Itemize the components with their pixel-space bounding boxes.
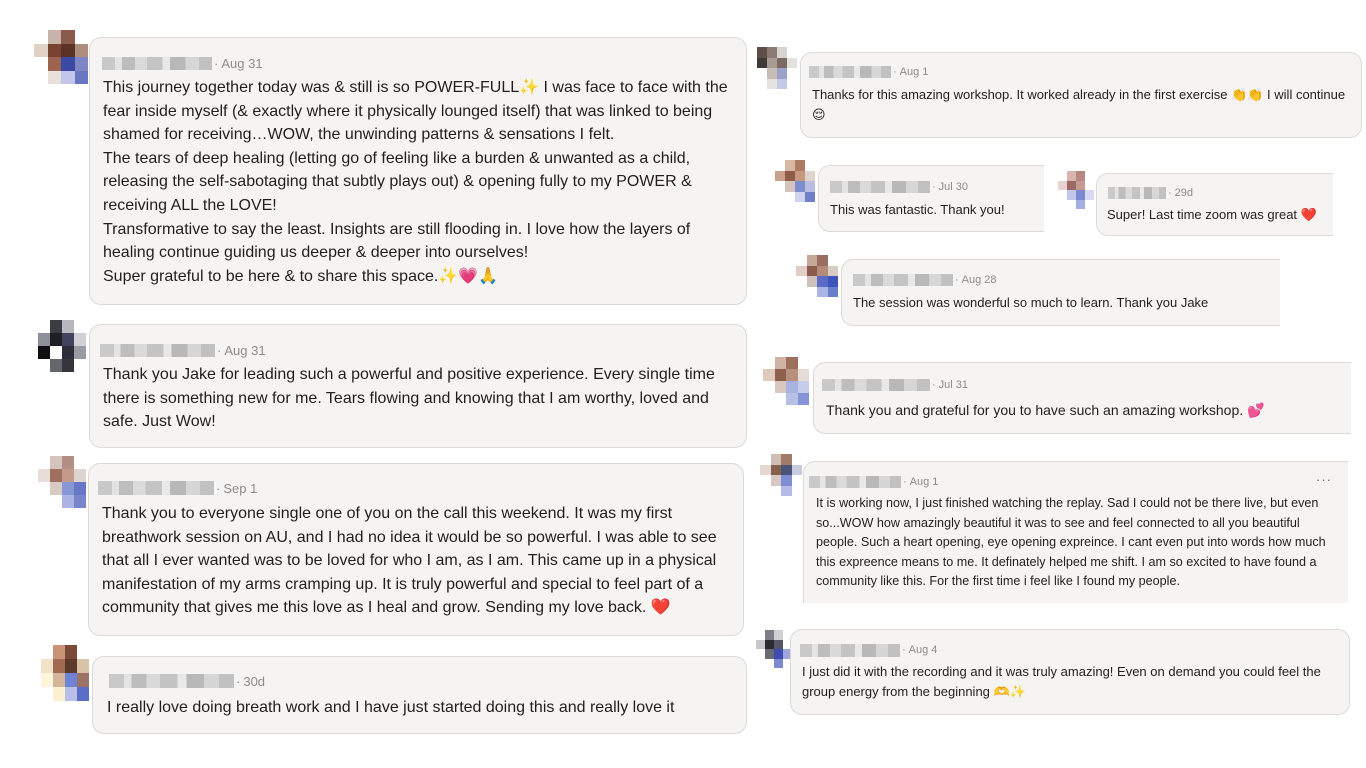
comment-date[interactable]: Aug 1 xyxy=(900,66,929,78)
comment-bubble: · 30d I really love doing breath work an… xyxy=(92,656,747,734)
comment-meta: · Aug 28 xyxy=(853,273,997,287)
comment-date[interactable]: Jul 30 xyxy=(939,181,968,193)
comment-meta: · Sep 1 xyxy=(98,479,257,497)
comment-date[interactable]: Sep 1 xyxy=(223,481,257,496)
author-name-redacted[interactable] xyxy=(809,66,891,78)
author-name-redacted[interactable] xyxy=(800,643,900,657)
avatar[interactable] xyxy=(38,320,86,372)
author-name-redacted[interactable] xyxy=(102,56,212,70)
avatar[interactable] xyxy=(775,160,815,202)
comment-meta: · 30d xyxy=(109,672,265,690)
comment-date[interactable]: Aug 28 xyxy=(962,274,997,286)
comment-date[interactable]: Aug 31 xyxy=(221,56,262,71)
comment-date[interactable]: Jul 31 xyxy=(939,379,968,391)
meta-separator: · xyxy=(893,66,897,78)
meta-separator: · xyxy=(1168,187,1172,199)
comment-bubble: · Aug 4 I just did it with the recording… xyxy=(790,629,1350,715)
comment-bubble: · Aug 28 The session was wonderful so mu… xyxy=(841,259,1280,326)
comment-text: Thank you Jake for leading such a powerf… xyxy=(103,366,715,431)
author-name-redacted[interactable] xyxy=(809,476,901,488)
comment-meta: · Jul 31 xyxy=(822,378,968,392)
comment-text: It is working now, I just finished watch… xyxy=(816,496,1326,588)
comment-meta: · Aug 1 xyxy=(809,65,928,79)
meta-separator: · xyxy=(214,55,219,71)
avatar[interactable] xyxy=(760,454,802,496)
comment-bubble: · 29d Super! Last time zoom was great ❤️ xyxy=(1096,173,1333,236)
comment-bubble: · Jul 31 Thank you and grateful for you … xyxy=(813,362,1351,434)
meta-separator: · xyxy=(932,181,936,193)
comment-bubble: · Sep 1 Thank you to everyone single one… xyxy=(88,463,744,636)
author-name-redacted[interactable] xyxy=(853,274,953,286)
meta-separator: · xyxy=(903,476,907,488)
avatar[interactable] xyxy=(41,645,89,701)
meta-separator: · xyxy=(932,379,936,391)
author-name-redacted[interactable] xyxy=(1108,187,1166,199)
comment-meta: · 29d xyxy=(1108,186,1193,200)
avatar[interactable] xyxy=(38,456,86,508)
comment-meta: · Aug 31 xyxy=(100,341,266,359)
meta-separator: · xyxy=(236,673,241,689)
comment-text: Thank you to everyone single one of you … xyxy=(102,505,717,617)
comment-bubble: · Aug 31 Thank you Jake for leading such… xyxy=(89,324,747,448)
avatar[interactable] xyxy=(796,255,838,297)
comment-date[interactable]: Aug 4 xyxy=(909,644,938,656)
comment-bubble: · Aug 1 ··· It is working now, I just fi… xyxy=(803,461,1348,603)
comment-text: I just did it with the recording and it … xyxy=(802,664,1321,699)
meta-separator: · xyxy=(216,480,221,496)
avatar[interactable] xyxy=(757,47,797,89)
comment-text: I really love doing breath work and I ha… xyxy=(107,699,675,716)
comment-text: The session was wonderful so much to lea… xyxy=(853,295,1209,310)
author-name-redacted[interactable] xyxy=(830,181,930,193)
comment-date[interactable]: Aug 31 xyxy=(224,343,265,358)
comment-date[interactable]: 29d xyxy=(1175,187,1193,199)
meta-separator: · xyxy=(217,342,222,358)
comment-text: This journey together today was & still … xyxy=(103,79,728,285)
meta-separator: · xyxy=(955,274,959,286)
comment-meta: · Aug 31 xyxy=(102,54,263,72)
comment-text: Thank you and grateful for you to have s… xyxy=(826,402,1265,418)
comment-text: This was fantastic. Thank you! xyxy=(830,202,1005,217)
comment-date[interactable]: 30d xyxy=(243,674,265,689)
author-name-redacted[interactable] xyxy=(98,481,214,495)
comment-meta: · Aug 1 xyxy=(809,475,938,489)
comment-bubble: · Jul 30 This was fantastic. Thank you! xyxy=(818,165,1044,232)
comment-date[interactable]: Aug 1 xyxy=(910,476,939,488)
more-options-icon[interactable]: ··· xyxy=(1316,472,1332,487)
avatar[interactable] xyxy=(34,30,88,84)
avatar[interactable] xyxy=(763,357,809,405)
comment-meta: · Jul 30 xyxy=(830,180,968,194)
author-name-redacted[interactable] xyxy=(109,674,234,688)
author-name-redacted[interactable] xyxy=(100,343,215,357)
avatar[interactable] xyxy=(756,630,792,668)
comment-bubble: · Aug 1 Thanks for this amazing workshop… xyxy=(800,52,1362,138)
meta-separator: · xyxy=(902,644,906,656)
comment-bubble: · Aug 31 This journey together today was… xyxy=(89,37,747,305)
comment-text: Thanks for this amazing workshop. It wor… xyxy=(812,87,1346,122)
avatar[interactable] xyxy=(1058,171,1094,209)
author-name-redacted[interactable] xyxy=(822,379,930,391)
comment-text: Super! Last time zoom was great ❤️ xyxy=(1107,207,1317,222)
comment-meta: · Aug 4 xyxy=(800,643,937,657)
